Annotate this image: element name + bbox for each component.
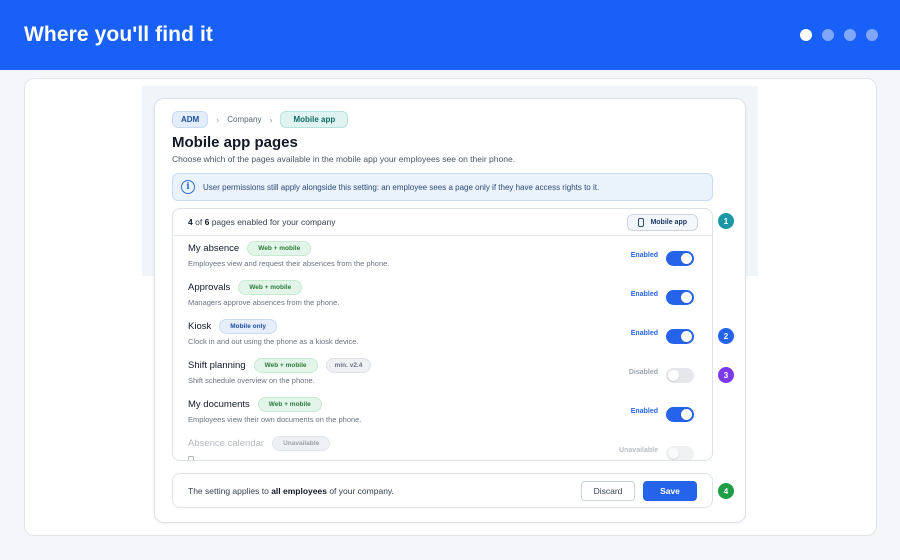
- page-toggle[interactable]: [666, 368, 694, 383]
- pages-list: 4 of 6 pages enabled for your company Mo…: [172, 208, 713, 461]
- total-count: 6: [204, 217, 210, 227]
- status-label: Enabled: [630, 291, 658, 298]
- callout-badge: 2: [718, 328, 734, 344]
- step-indicator: [800, 29, 878, 41]
- mobile-app-pill-label: Mobile app: [650, 218, 687, 226]
- status-label: Unavailable: [619, 447, 658, 454]
- page-description: Shift schedule overview on the phone.: [188, 376, 315, 385]
- page-title: Mobile app pages: [172, 134, 298, 151]
- breadcrumb-current: Mobile app: [280, 111, 349, 128]
- list-item: Approvals Web + mobile Managers approve a…: [173, 280, 712, 319]
- list-item: Kiosk Mobile only Clock in and out using …: [173, 319, 712, 358]
- summary-text: 4 of 6 pages enabled for your company: [188, 217, 336, 227]
- page-toggle[interactable]: [666, 290, 694, 305]
- page-name: Kiosk: [188, 321, 212, 332]
- page-name: Absence calendar: [188, 438, 265, 449]
- version-tag: min. v2.4: [325, 358, 372, 373]
- discard-button[interactable]: Discard: [581, 480, 635, 501]
- page-description: Employees view their own documents on th…: [188, 415, 362, 424]
- platform-tag: Unavailable: [272, 436, 331, 451]
- breadcrumb-root[interactable]: ADM: [172, 111, 209, 128]
- mobile-app-pill: Mobile app: [627, 213, 698, 231]
- page-description: Employees view and request their absence…: [188, 259, 390, 268]
- platform-tag: Web + mobile: [247, 241, 312, 256]
- page-subtitle: Choose which of the pages available in t…: [172, 154, 516, 164]
- step-dot[interactable]: [800, 29, 812, 41]
- page-name: Shift planning: [188, 360, 246, 371]
- page-toggle[interactable]: [666, 329, 694, 344]
- list-item: My absence Web + mobile Employees view an…: [173, 241, 712, 280]
- page-toggle: [666, 446, 694, 460]
- list-item: Shift planning Web + mobile min. v2.4 Shif…: [173, 358, 712, 397]
- step-dot[interactable]: [866, 29, 878, 41]
- chevron-right-icon: ›: [269, 114, 273, 125]
- platform-tag: Mobile only: [219, 319, 277, 334]
- banner-title: Where you'll find it: [24, 23, 213, 46]
- platform-tag: Web + mobile: [253, 358, 318, 373]
- status-label: Enabled: [630, 252, 658, 259]
- status-label: Enabled: [630, 330, 658, 337]
- top-banner: Where you'll find it: [0, 0, 900, 70]
- enabled-count: 4: [188, 217, 193, 227]
- page-name: My documents: [188, 399, 250, 410]
- info-text: User permissions still apply alongside t…: [203, 182, 600, 192]
- breadcrumb-company[interactable]: Company: [227, 115, 261, 124]
- page-toggle[interactable]: [666, 407, 694, 422]
- page-description: Clock in and out using the phone as a ki…: [188, 337, 359, 346]
- list-item: My documents Web + mobile Employees view …: [173, 397, 712, 436]
- phone-icon: [638, 217, 645, 227]
- breadcrumb: ADM › Company › Mobile app: [172, 111, 349, 128]
- scope-text: The setting applies to all employees of …: [188, 485, 394, 496]
- page-toggle[interactable]: [666, 251, 694, 266]
- step-dot[interactable]: [822, 29, 834, 41]
- list-item: Absence calendar Unavailable Unavailable: [173, 436, 712, 460]
- page-name: My absence: [188, 243, 240, 254]
- chevron-right-icon: ›: [216, 114, 220, 125]
- status-label: Enabled: [630, 408, 658, 415]
- info-banner: i User permissions still apply alongside…: [172, 173, 713, 201]
- save-button[interactable]: Save: [643, 480, 697, 501]
- step-dot[interactable]: [844, 29, 856, 41]
- callout-badge: 1: [718, 213, 734, 229]
- callout-badge: 4: [718, 483, 734, 499]
- platform-tag: Web + mobile: [257, 397, 322, 412]
- status-label: Disabled: [628, 369, 658, 376]
- callout-badge: 3: [718, 367, 734, 383]
- platform-tag: Web + mobile: [238, 280, 303, 295]
- scope-audience: all employees: [271, 485, 327, 496]
- page-name: Approvals: [188, 282, 231, 293]
- save-bar: The setting applies to all employees of …: [172, 473, 713, 508]
- page-description: Managers approve absences from the phone…: [188, 298, 340, 307]
- pages-summary: 4 of 6 pages enabled for your company Mo…: [173, 209, 712, 236]
- lock-icon: [188, 456, 194, 460]
- info-circle-icon: i: [181, 180, 195, 194]
